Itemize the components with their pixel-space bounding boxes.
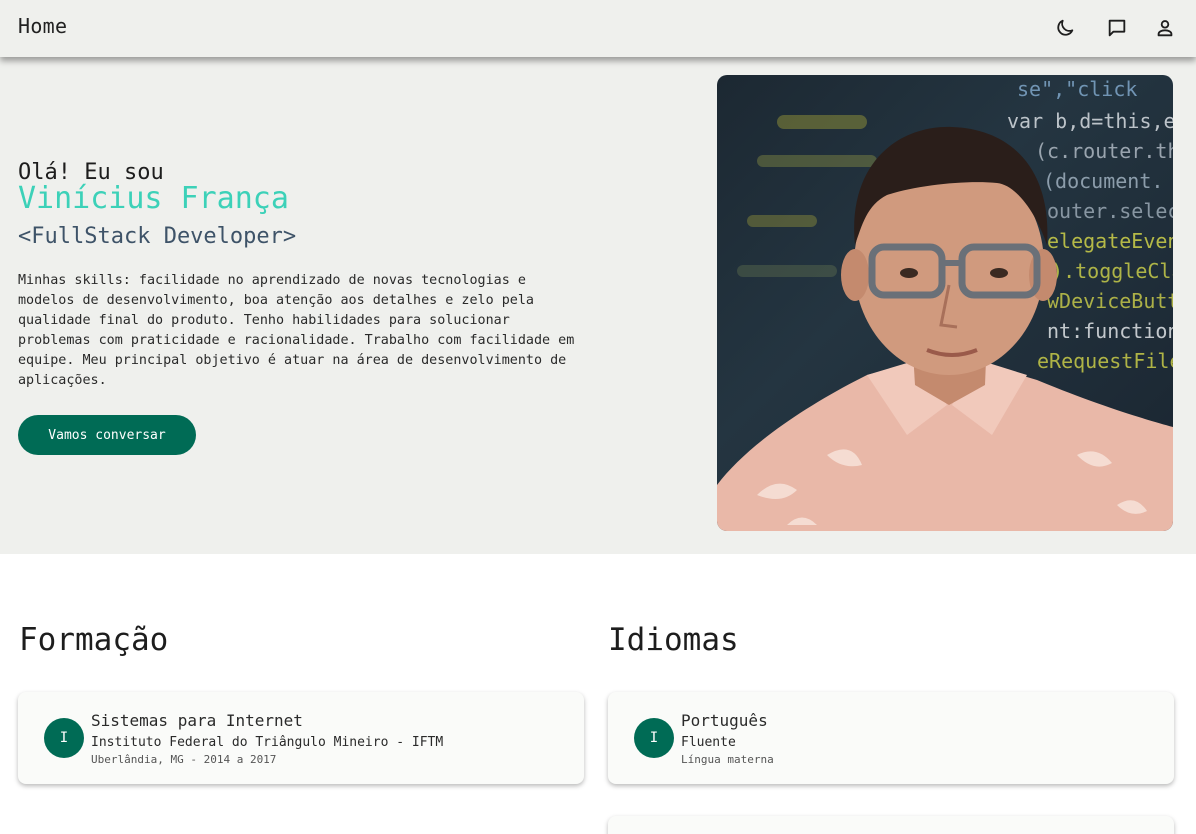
profile-photo: se","click var b,d=this,e=this (c.router… (717, 75, 1173, 531)
page-title: Home (18, 14, 68, 38)
profile-button[interactable] (1150, 13, 1180, 43)
hero-role: <FullStack Developer> (18, 224, 297, 249)
language-avatar: I (634, 718, 674, 758)
education-institution: Instituto Federal do Triângulo Mineiro -… (91, 735, 444, 750)
language-note: Língua materna (681, 753, 774, 766)
moon-icon (1057, 19, 1074, 36)
chat-button[interactable] (1102, 13, 1132, 43)
education-section-title: Formação (19, 622, 169, 658)
education-course: Sistemas para Internet (91, 711, 303, 730)
education-avatar: I (44, 718, 84, 758)
hero-bio: Minhas skills: facilidade no aprendizado… (18, 273, 575, 388)
education-location-dates: Uberlândia, MG - 2014 a 2017 (91, 753, 277, 766)
top-app-bar: Home (0, 0, 1196, 57)
language-level: Fluente (681, 735, 736, 750)
education-card[interactable]: I Sistemas para Internet Instituto Feder… (18, 692, 584, 784)
hero-section: Olá! Eu sou Vinícius França <FullStack D… (0, 57, 1196, 554)
languages-section-title: Idiomas (608, 622, 739, 658)
language-card[interactable] (608, 816, 1174, 834)
person-portrait-illustration (717, 115, 1173, 531)
theme-toggle-button[interactable] (1050, 13, 1080, 43)
person-icon (1157, 20, 1173, 37)
language-card[interactable]: I Português Fluente Língua materna (608, 692, 1174, 784)
chat-icon (1108, 19, 1126, 37)
hero-name: Vinícius França (18, 181, 289, 216)
language-name: Português (681, 711, 768, 730)
lets-talk-button[interactable]: Vamos conversar (18, 415, 196, 455)
